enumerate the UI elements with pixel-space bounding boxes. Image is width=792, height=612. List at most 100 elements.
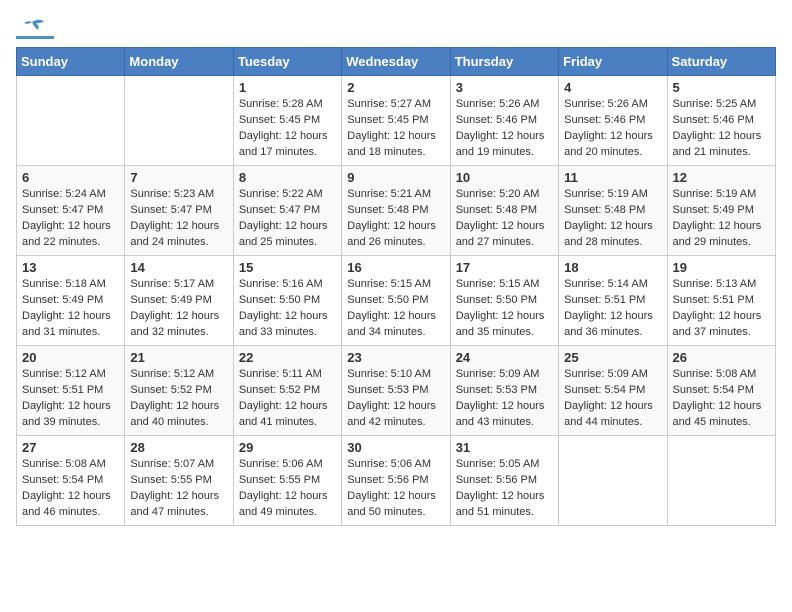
calendar-cell (17, 76, 125, 166)
day-info: Sunrise: 5:21 AM Sunset: 5:48 PM Dayligh… (347, 187, 444, 251)
day-number: 7 (130, 170, 227, 185)
day-number: 13 (22, 260, 119, 275)
day-number: 21 (130, 350, 227, 365)
calendar-cell: 13 Sunrise: 5:18 AM Sunset: 5:49 PM Dayli… (17, 256, 125, 346)
day-info: Sunrise: 5:26 AM Sunset: 5:46 PM Dayligh… (564, 97, 661, 161)
calendar-cell: 12 Sunrise: 5:19 AM Sunset: 5:49 PM Dayli… (667, 166, 775, 256)
day-info: Sunrise: 5:18 AM Sunset: 5:49 PM Dayligh… (22, 277, 119, 341)
calendar-cell: 8 Sunrise: 5:22 AM Sunset: 5:47 PM Daylig… (233, 166, 341, 256)
day-info: Sunrise: 5:15 AM Sunset: 5:50 PM Dayligh… (347, 277, 444, 341)
calendar-cell: 28 Sunrise: 5:07 AM Sunset: 5:55 PM Dayli… (125, 436, 233, 526)
day-info: Sunrise: 5:19 AM Sunset: 5:48 PM Dayligh… (564, 187, 661, 251)
day-info: Sunrise: 5:27 AM Sunset: 5:45 PM Dayligh… (347, 97, 444, 161)
day-info: Sunrise: 5:12 AM Sunset: 5:51 PM Dayligh… (22, 367, 119, 431)
day-info: Sunrise: 5:23 AM Sunset: 5:47 PM Dayligh… (130, 187, 227, 251)
day-info: Sunrise: 5:06 AM Sunset: 5:56 PM Dayligh… (347, 457, 444, 521)
day-number: 17 (456, 260, 553, 275)
column-header-tuesday: Tuesday (233, 48, 341, 76)
day-number: 16 (347, 260, 444, 275)
day-number: 29 (239, 440, 336, 455)
logo (16, 16, 58, 39)
calendar-cell: 3Sunrise: 5:26 AM Sunset: 5:46 PM Daylig… (450, 76, 558, 166)
day-number: 30 (347, 440, 444, 455)
calendar-cell: 10 Sunrise: 5:20 AM Sunset: 5:48 PM Dayli… (450, 166, 558, 256)
calendar-cell: 9 Sunrise: 5:21 AM Sunset: 5:48 PM Daylig… (342, 166, 450, 256)
calendar-cell: 26 Sunrise: 5:08 AM Sunset: 5:54 PM Dayli… (667, 346, 775, 436)
day-number: 31 (456, 440, 553, 455)
calendar-cell: 5 Sunrise: 5:25 AM Sunset: 5:46 PM Daylig… (667, 76, 775, 166)
calendar-cell: 15Sunrise: 5:16 AM Sunset: 5:50 PM Dayli… (233, 256, 341, 346)
day-info: Sunrise: 5:22 AM Sunset: 5:47 PM Dayligh… (239, 187, 336, 251)
day-number: 11 (564, 170, 661, 185)
day-info: Sunrise: 5:20 AM Sunset: 5:48 PM Dayligh… (456, 187, 553, 251)
day-info: Sunrise: 5:28 AM Sunset: 5:45 PM Dayligh… (239, 97, 336, 161)
day-number: 8 (239, 170, 336, 185)
calendar-week-row: 6 Sunrise: 5:24 AM Sunset: 5:47 PM Daylig… (17, 166, 776, 256)
day-number: 9 (347, 170, 444, 185)
calendar-cell: 14 Sunrise: 5:17 AM Sunset: 5:49 PM Dayli… (125, 256, 233, 346)
day-info: Sunrise: 5:10 AM Sunset: 5:53 PM Dayligh… (347, 367, 444, 431)
day-number: 24 (456, 350, 553, 365)
day-number: 28 (130, 440, 227, 455)
day-info: Sunrise: 5:12 AM Sunset: 5:52 PM Dayligh… (130, 367, 227, 431)
column-header-thursday: Thursday (450, 48, 558, 76)
calendar-cell: 29 Sunrise: 5:06 AM Sunset: 5:55 PM Dayli… (233, 436, 341, 526)
calendar-week-row: 20 Sunrise: 5:12 AM Sunset: 5:51 PM Dayli… (17, 346, 776, 436)
calendar-cell: 4Sunrise: 5:26 AM Sunset: 5:46 PM Daylig… (559, 76, 667, 166)
day-number: 20 (22, 350, 119, 365)
column-header-wednesday: Wednesday (342, 48, 450, 76)
day-info: Sunrise: 5:25 AM Sunset: 5:46 PM Dayligh… (673, 97, 770, 161)
calendar-cell: 1 Sunrise: 5:28 AM Sunset: 5:45 PM Daylig… (233, 76, 341, 166)
day-number: 14 (130, 260, 227, 275)
calendar-cell: 30 Sunrise: 5:06 AM Sunset: 5:56 PM Dayli… (342, 436, 450, 526)
day-info: Sunrise: 5:08 AM Sunset: 5:54 PM Dayligh… (673, 367, 770, 431)
day-info: Sunrise: 5:19 AM Sunset: 5:49 PM Dayligh… (673, 187, 770, 251)
day-info: Sunrise: 5:17 AM Sunset: 5:49 PM Dayligh… (130, 277, 227, 341)
day-info: Sunrise: 5:09 AM Sunset: 5:54 PM Dayligh… (564, 367, 661, 431)
day-number: 18 (564, 260, 661, 275)
day-info: Sunrise: 5:08 AM Sunset: 5:54 PM Dayligh… (22, 457, 119, 521)
day-number: 12 (673, 170, 770, 185)
calendar-cell: 18Sunrise: 5:14 AM Sunset: 5:51 PM Dayli… (559, 256, 667, 346)
column-header-monday: Monday (125, 48, 233, 76)
day-info: Sunrise: 5:16 AM Sunset: 5:50 PM Dayligh… (239, 277, 336, 341)
calendar-cell (559, 436, 667, 526)
day-number: 1 (239, 80, 336, 95)
logo-divider (16, 36, 54, 39)
calendar-header-row: SundayMondayTuesdayWednesdayThursdayFrid… (17, 48, 776, 76)
day-number: 2 (347, 80, 444, 95)
calendar-week-row: 27Sunrise: 5:08 AM Sunset: 5:54 PM Dayli… (17, 436, 776, 526)
calendar-cell: 21 Sunrise: 5:12 AM Sunset: 5:52 PM Dayli… (125, 346, 233, 436)
calendar-cell: 19 Sunrise: 5:13 AM Sunset: 5:51 PM Dayli… (667, 256, 775, 346)
day-info: Sunrise: 5:11 AM Sunset: 5:52 PM Dayligh… (239, 367, 336, 431)
day-number: 5 (673, 80, 770, 95)
calendar-table: SundayMondayTuesdayWednesdayThursdayFrid… (16, 47, 776, 526)
calendar-cell: 25 Sunrise: 5:09 AM Sunset: 5:54 PM Dayli… (559, 346, 667, 436)
calendar-cell: 2 Sunrise: 5:27 AM Sunset: 5:45 PM Daylig… (342, 76, 450, 166)
calendar-cell: 31 Sunrise: 5:05 AM Sunset: 5:56 PM Dayli… (450, 436, 558, 526)
calendar-cell (125, 76, 233, 166)
calendar-cell: 17Sunrise: 5:15 AM Sunset: 5:50 PM Dayli… (450, 256, 558, 346)
day-number: 26 (673, 350, 770, 365)
day-number: 6 (22, 170, 119, 185)
calendar-cell: 23 Sunrise: 5:10 AM Sunset: 5:53 PM Dayli… (342, 346, 450, 436)
day-number: 22 (239, 350, 336, 365)
calendar-week-row: 1 Sunrise: 5:28 AM Sunset: 5:45 PM Daylig… (17, 76, 776, 166)
day-number: 25 (564, 350, 661, 365)
column-header-friday: Friday (559, 48, 667, 76)
day-info: Sunrise: 5:06 AM Sunset: 5:55 PM Dayligh… (239, 457, 336, 521)
day-number: 23 (347, 350, 444, 365)
day-info: Sunrise: 5:07 AM Sunset: 5:55 PM Dayligh… (130, 457, 227, 521)
calendar-cell: 11 Sunrise: 5:19 AM Sunset: 5:48 PM Dayli… (559, 166, 667, 256)
calendar-cell (667, 436, 775, 526)
day-info: Sunrise: 5:13 AM Sunset: 5:51 PM Dayligh… (673, 277, 770, 341)
page-header (16, 16, 776, 39)
calendar-cell: 24Sunrise: 5:09 AM Sunset: 5:53 PM Dayli… (450, 346, 558, 436)
day-info: Sunrise: 5:05 AM Sunset: 5:56 PM Dayligh… (456, 457, 553, 521)
calendar-week-row: 13 Sunrise: 5:18 AM Sunset: 5:49 PM Dayli… (17, 256, 776, 346)
calendar-cell: 7 Sunrise: 5:23 AM Sunset: 5:47 PM Daylig… (125, 166, 233, 256)
day-info: Sunrise: 5:24 AM Sunset: 5:47 PM Dayligh… (22, 187, 119, 251)
day-number: 10 (456, 170, 553, 185)
calendar-cell: 6 Sunrise: 5:24 AM Sunset: 5:47 PM Daylig… (17, 166, 125, 256)
day-number: 19 (673, 260, 770, 275)
